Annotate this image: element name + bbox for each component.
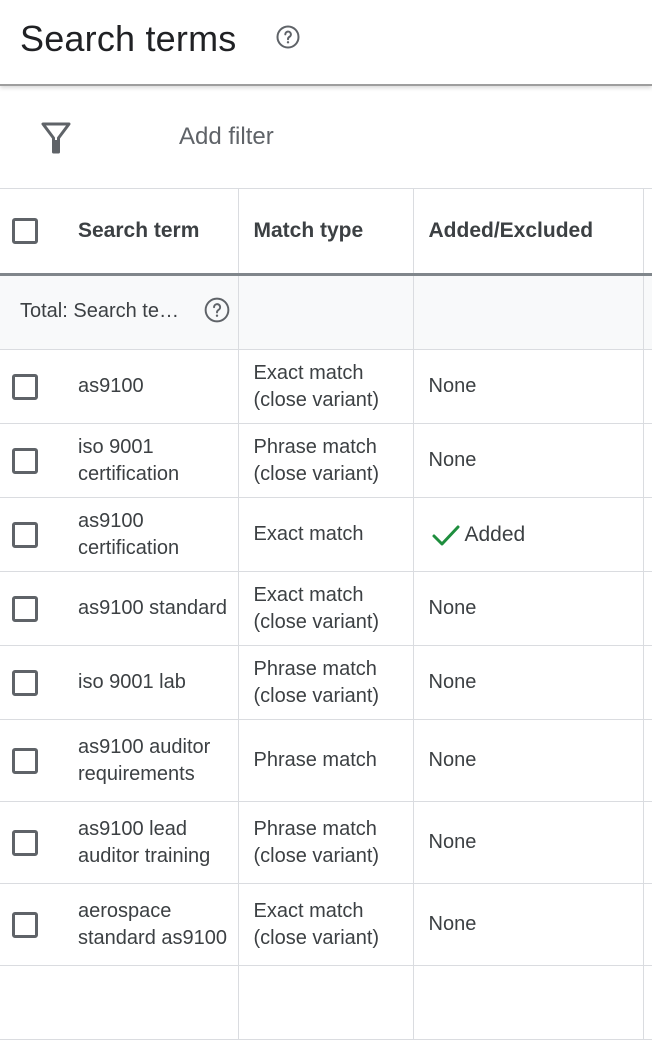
match-type: Exact match (close variant) xyxy=(253,583,380,633)
row-checkbox[interactable] xyxy=(12,373,38,400)
select-all-checkbox[interactable] xyxy=(12,218,38,244)
row-checkbox[interactable] xyxy=(12,669,38,696)
added-excluded-status: None xyxy=(428,749,477,771)
total-label: Total: Search te… xyxy=(20,300,179,322)
table-row: as9100 Exact match (close variant) None xyxy=(0,349,652,424)
search-term: as9100 certification xyxy=(78,509,180,559)
table-row: iso 9001 certification Phrase match (clo… xyxy=(0,423,652,498)
match-type: Phrase match xyxy=(253,749,377,771)
added-status: Added xyxy=(414,523,643,547)
column-header-search-term[interactable]: Search term xyxy=(0,188,239,276)
search-term: as9100 lead auditor training xyxy=(78,817,211,867)
help-circle-icon[interactable] xyxy=(276,25,300,49)
match-type: Exact match (close variant) xyxy=(253,899,380,949)
column-header-added-excluded[interactable]: Added/Excluded xyxy=(413,188,644,276)
added-excluded-status: None xyxy=(428,449,477,471)
table-row: as9100 standard Exact match (close varia… xyxy=(0,571,652,646)
table-row: as9100 lead auditor training Phrase matc… xyxy=(0,801,652,884)
added-excluded-status: Added xyxy=(464,522,526,546)
row-checkbox[interactable] xyxy=(12,829,38,856)
table-row: as9100 certification Exact match Added xyxy=(0,497,652,572)
row-checkbox[interactable] xyxy=(12,595,38,622)
added-excluded-status: None xyxy=(428,671,477,693)
table-row xyxy=(0,965,652,1040)
search-term: iso 9001 lab xyxy=(78,671,186,693)
column-header-next xyxy=(643,188,652,276)
row-checkbox[interactable] xyxy=(12,911,38,938)
page-header: Search terms xyxy=(0,0,652,86)
search-term: as9100 auditor requirements xyxy=(78,735,211,785)
match-type: Exact match xyxy=(253,523,364,545)
match-type: Exact match (close variant) xyxy=(253,361,380,411)
search-term: aerospace standard as9100 xyxy=(78,899,228,949)
added-excluded-status: None xyxy=(428,913,477,935)
table-header-row: Search term Match type Added/Excluded xyxy=(0,188,652,276)
table-row: as9100 auditor requirements Phrase match… xyxy=(0,719,652,802)
table-row: iso 9001 lab Phrase match (close variant… xyxy=(0,645,652,720)
check-icon xyxy=(432,525,459,545)
page-title: Search terms xyxy=(20,18,237,59)
total-label-cell: Total: Search te… xyxy=(0,274,239,350)
total-row: Total: Search te… xyxy=(0,274,652,350)
row-checkbox[interactable] xyxy=(12,447,38,474)
add-filter-button[interactable]: Add filter xyxy=(179,122,274,152)
filter-funnel-icon[interactable] xyxy=(41,122,71,154)
filter-bar: Add filter xyxy=(0,86,652,188)
match-type: Phrase match (close variant) xyxy=(253,435,380,485)
search-term: iso 9001 certification xyxy=(78,435,180,485)
table-row: aerospace standard as9100 Exact match (c… xyxy=(0,883,652,966)
added-excluded-status: None xyxy=(428,597,477,619)
match-type: Phrase match (close variant) xyxy=(253,817,380,867)
match-type: Phrase match (close variant) xyxy=(253,657,380,707)
search-term: as9100 xyxy=(78,375,144,397)
row-checkbox[interactable] xyxy=(12,521,38,548)
search-term: as9100 standard xyxy=(78,597,228,619)
column-header-match-type[interactable]: Match type xyxy=(238,188,414,276)
added-excluded-status: None xyxy=(428,375,477,397)
row-checkbox[interactable] xyxy=(12,747,38,774)
added-excluded-status: None xyxy=(428,831,477,853)
search-terms-table: Search term Match type Added/Excluded To… xyxy=(0,188,652,1040)
help-circle-icon[interactable] xyxy=(204,297,230,323)
